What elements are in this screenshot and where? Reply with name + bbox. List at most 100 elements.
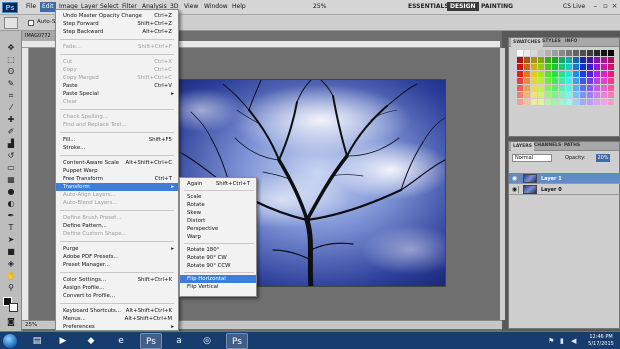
quick-mask-icon[interactable]: ◙ [4, 317, 18, 326]
color-swatch[interactable] [587, 78, 593, 84]
edit-menu-item[interactable]: Define Pattern... [56, 222, 178, 230]
color-swatch[interactable] [538, 64, 544, 70]
color-swatch[interactable] [538, 92, 544, 98]
color-swatch[interactable] [594, 50, 600, 56]
color-swatch[interactable] [566, 99, 572, 105]
color-swatch[interactable] [524, 71, 530, 77]
transform-submenu-item[interactable]: Rotate 180° [180, 246, 256, 254]
edit-menu-item[interactable]: Menus... Alt+Shift+Ctrl+M [56, 315, 178, 323]
tab-swatches[interactable]: SWATCHES [511, 38, 543, 47]
tray-volume-icon[interactable]: ◀ [571, 337, 576, 345]
color-swatch[interactable] [559, 78, 565, 84]
move-tool-icon[interactable]: ✥ [4, 43, 18, 52]
color-swatch[interactable] [594, 99, 600, 105]
color-swatch[interactable] [608, 78, 614, 84]
transform-submenu-item[interactable]: Skew [180, 209, 256, 217]
transform-submenu-item[interactable]: Rotate [180, 201, 256, 209]
menu-window[interactable]: Window [204, 3, 228, 10]
edit-menu-item[interactable]: Step Forward Shift+Ctrl+Z [56, 20, 178, 28]
edit-menu-item[interactable]: Stroke... [56, 144, 178, 152]
visibility-eye-icon[interactable]: ◉ [511, 175, 519, 182]
swatch-grid[interactable] [517, 50, 615, 106]
color-swatch[interactable] [573, 50, 579, 56]
color-swatch[interactable] [587, 50, 593, 56]
color-swatch[interactable] [573, 64, 579, 70]
blur-tool-icon[interactable]: ● [4, 187, 18, 196]
color-swatch[interactable] [531, 71, 537, 77]
pen-tool-icon[interactable]: ✒ [4, 211, 18, 220]
color-swatch[interactable] [559, 57, 565, 63]
internet-explorer-icon[interactable]: e [110, 333, 132, 349]
color-swatch[interactable] [524, 99, 530, 105]
color-swatch[interactable] [545, 57, 551, 63]
menu-help[interactable]: Help [232, 3, 246, 10]
transform-submenu-item[interactable]: Flip Vertical [180, 283, 256, 291]
transform-submenu-item[interactable]: Again Shift+Ctrl+T [180, 180, 256, 188]
color-swatch[interactable] [566, 92, 572, 98]
color-swatch[interactable] [580, 64, 586, 70]
color-swatch[interactable] [545, 78, 551, 84]
gradient-tool-icon[interactable]: ▦ [4, 175, 18, 184]
edit-menu-item[interactable]: Undo Master Opacity Change Ctrl+Z [56, 12, 178, 20]
color-swatch[interactable] [559, 50, 565, 56]
color-swatch[interactable] [594, 85, 600, 91]
color-swatch[interactable] [531, 50, 537, 56]
color-swatch[interactable] [559, 92, 565, 98]
edit-menu-item[interactable]: Free Transform Ctrl+T [56, 175, 178, 183]
blend-mode-select[interactable]: Normal [512, 154, 552, 162]
color-swatch[interactable] [545, 85, 551, 91]
photoshop-taskbar-icon[interactable]: Ps [140, 333, 162, 349]
dropbox-icon[interactable]: ◆ [80, 333, 102, 349]
color-swatch[interactable] [608, 92, 614, 98]
color-swatch[interactable] [573, 85, 579, 91]
edit-menu-item[interactable]: Convert to Profile... [56, 292, 178, 300]
color-swatch[interactable] [580, 99, 586, 105]
color-swatch[interactable] [559, 99, 565, 105]
color-swatch[interactable] [587, 64, 593, 70]
quick-select-tool-icon[interactable]: ✎ [4, 79, 18, 88]
color-swatch[interactable] [608, 64, 614, 70]
hand-tool-icon[interactable]: ✋ [4, 271, 18, 280]
eyedropper-tool-icon[interactable]: ⁄ [4, 103, 18, 112]
eraser-tool-icon[interactable]: ▭ [4, 163, 18, 172]
color-swatch[interactable] [594, 92, 600, 98]
cs-live-button[interactable]: CS Live [563, 3, 585, 10]
color-swatch[interactable] [538, 50, 544, 56]
visibility-eye-icon[interactable]: ◉ [511, 186, 519, 193]
color-swatch[interactable] [601, 50, 607, 56]
color-swatch[interactable] [517, 78, 523, 84]
edit-menu-item[interactable]: Step Backward Alt+Ctrl+Z [56, 28, 178, 36]
zoom-status[interactable]: 25% [25, 322, 37, 328]
type-tool-icon[interactable]: T [4, 223, 18, 232]
tray-flag-icon[interactable]: ⚑ [548, 337, 554, 345]
edit-menu-item[interactable]: Paste Ctrl+V [56, 82, 178, 90]
color-swatch[interactable] [517, 64, 523, 70]
color-swatch[interactable] [601, 85, 607, 91]
color-swatch[interactable] [531, 85, 537, 91]
media-player-icon[interactable]: ▶ [52, 333, 74, 349]
photoshop-taskbar-icon-2[interactable]: Ps [226, 333, 248, 349]
color-swatch[interactable] [608, 71, 614, 77]
transform-submenu-item[interactable]: Rotate 90° CW [180, 254, 256, 262]
color-swatch[interactable] [580, 85, 586, 91]
color-swatch[interactable] [587, 99, 593, 105]
color-swatch[interactable] [566, 64, 572, 70]
edit-menu-item[interactable]: Assign Profile... [56, 284, 178, 292]
color-swatch[interactable] [580, 71, 586, 77]
color-swatch[interactable] [545, 71, 551, 77]
color-swatch[interactable] [587, 92, 593, 98]
workspace-essentials[interactable]: ESSENTIALS [408, 3, 449, 10]
color-swatch[interactable] [538, 57, 544, 63]
layer-row[interactable]: ◉ Layer 1 [509, 173, 620, 184]
color-swatch[interactable] [580, 50, 586, 56]
color-swatch[interactable] [531, 57, 537, 63]
color-swatch[interactable] [566, 57, 572, 63]
edit-menu-item[interactable]: Puppet Warp [56, 167, 178, 175]
color-swatch[interactable] [566, 71, 572, 77]
color-swatch[interactable] [559, 71, 565, 77]
stamp-tool-icon[interactable]: ▟ [4, 139, 18, 148]
history-brush-tool-icon[interactable]: ↺ [4, 151, 18, 160]
color-swatch[interactable] [531, 78, 537, 84]
color-swatch[interactable] [559, 85, 565, 91]
color-swatch[interactable] [531, 64, 537, 70]
